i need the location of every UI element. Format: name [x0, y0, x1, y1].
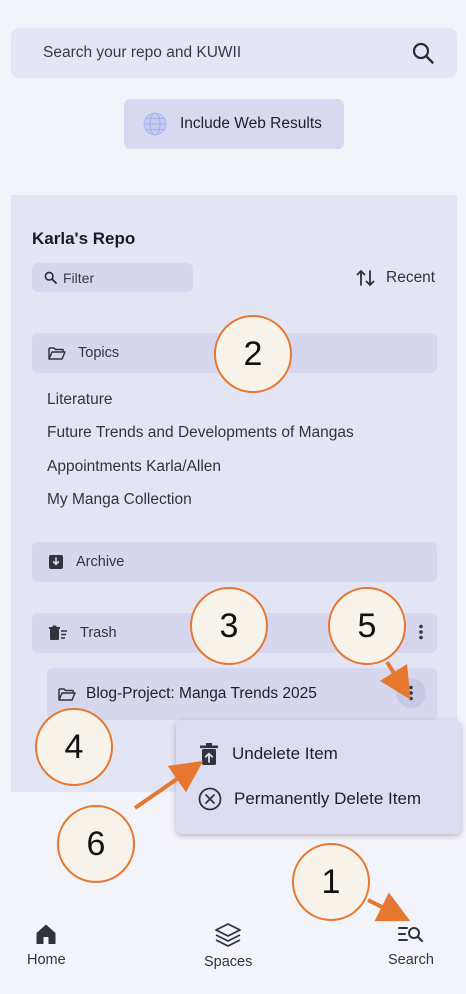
section-archive-label: Archive	[76, 554, 125, 570]
restore-from-trash-icon	[200, 743, 218, 765]
nav-spaces[interactable]: Spaces	[204, 922, 252, 970]
home-icon	[36, 924, 56, 944]
context-menu: Undelete Item Permanently Delete Item	[176, 720, 461, 834]
sort-label: Recent	[386, 269, 436, 286]
annotation-badge-4: 4	[35, 708, 113, 786]
section-trash-label: Trash	[80, 625, 117, 641]
undelete-item-label: Undelete Item	[232, 744, 338, 763]
repo-title: Karla's Repo	[32, 229, 136, 248]
bottom-nav: Home Spaces Search	[0, 910, 466, 994]
trash-item-label: Blog-Project: Manga Trends 2025	[86, 685, 317, 702]
filter-input[interactable]: Filter	[32, 263, 193, 292]
permanently-delete-item-menu-item[interactable]: Permanently Delete Item	[176, 777, 461, 821]
layers-icon	[215, 923, 242, 947]
search-list-icon	[397, 927, 424, 943]
annotation-badge-6: 6	[57, 805, 135, 883]
annotation-badge-3: 3	[190, 587, 268, 665]
sort-arrows-icon	[356, 270, 375, 286]
search-bar[interactable]	[11, 28, 457, 78]
include-web-results-button[interactable]: Include Web Results	[124, 99, 344, 149]
section-topics-label: Topics	[78, 345, 120, 361]
topic-item[interactable]: Literature	[47, 391, 112, 409]
trash-item-more-button[interactable]	[396, 678, 426, 708]
annotation-badge-5: 5	[328, 587, 406, 665]
nav-spaces-label: Spaces	[204, 954, 253, 970]
topic-item[interactable]: Future Trends and Developments of Mangas	[47, 424, 354, 442]
trash-item[interactable]: Blog-Project: Manga Trends 2025	[47, 668, 437, 720]
search-icon	[44, 271, 57, 284]
sort-button[interactable]: Recent	[356, 266, 435, 290]
nav-search[interactable]: Search	[388, 922, 434, 968]
archive-icon	[49, 555, 63, 569]
more-vertical-icon	[419, 624, 423, 640]
topic-item[interactable]: Appointments Karla/Allen	[47, 458, 221, 476]
section-archive[interactable]: Archive	[32, 542, 437, 582]
trash-more-button[interactable]	[411, 622, 431, 642]
folder-open-icon	[58, 687, 76, 701]
folder-open-icon	[48, 346, 66, 360]
undelete-item-menu-item[interactable]: Undelete Item	[176, 732, 461, 776]
search-icon[interactable]	[411, 41, 435, 65]
nav-home[interactable]: Home	[27, 922, 66, 968]
nav-home-label: Home	[27, 952, 66, 968]
globe-icon	[143, 112, 167, 136]
permanently-delete-item-label: Permanently Delete Item	[234, 789, 422, 808]
more-vertical-icon	[409, 685, 413, 701]
annotation-badge-1: 1	[292, 843, 370, 921]
annotation-badge-2: 2	[214, 315, 292, 393]
nav-search-label: Search	[388, 952, 434, 968]
close-circle-icon	[198, 787, 222, 811]
search-input[interactable]	[43, 44, 411, 62]
include-web-results-label: Include Web Results	[180, 115, 322, 132]
filter-placeholder: Filter	[63, 269, 95, 286]
topic-item[interactable]: My Manga Collection	[47, 491, 192, 509]
trash-icon	[49, 625, 67, 640]
